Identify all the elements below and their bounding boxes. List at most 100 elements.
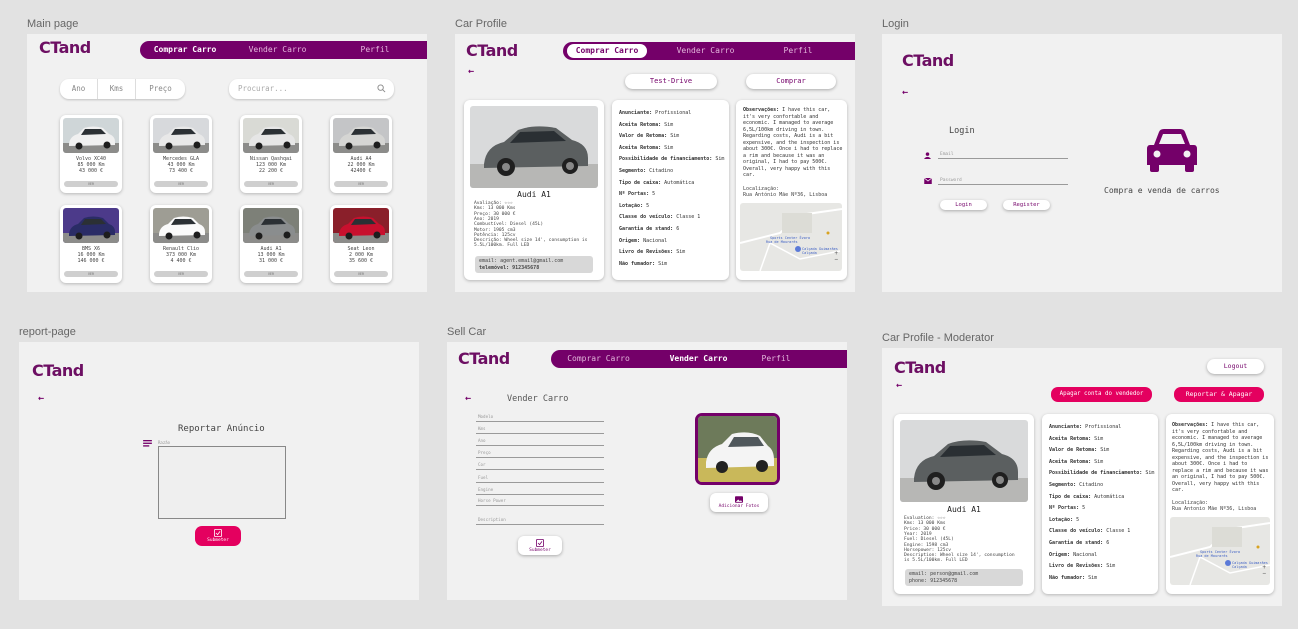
nav-profile[interactable]: Perfil — [763, 42, 833, 60]
form-field-engine[interactable]: Engine — [478, 487, 493, 492]
nav-buy-car[interactable]: Comprar Carro — [567, 44, 647, 58]
map-view[interactable]: Sports Center Évora Rua de Mourarés Calç… — [740, 203, 842, 271]
view-button[interactable]: VER — [244, 271, 298, 277]
frame-label-profile: Car Profile — [455, 18, 507, 30]
map-place-4[interactable]: Calçada — [802, 251, 817, 255]
contact-email[interactable]: email: person@gmail.com — [909, 571, 978, 577]
password-underline — [938, 184, 1068, 185]
car-thumbnail — [333, 208, 389, 243]
form-field-description[interactable]: Description — [478, 517, 506, 522]
form-field-ano[interactable]: Ano — [478, 438, 486, 443]
car-card[interactable]: Seat Leon 2 000 Km 35 600 € VER — [330, 205, 392, 283]
buy-button[interactable]: Comprar — [746, 74, 836, 89]
detail-key: Anunciante: — [1049, 424, 1083, 430]
check-icon — [214, 529, 222, 537]
email-field[interactable]: Email — [940, 152, 954, 157]
view-button[interactable]: VER — [334, 181, 388, 187]
view-label: VER — [357, 272, 365, 276]
nav-sell-car[interactable]: Vender Carro — [240, 41, 315, 59]
back-arrow-icon[interactable]: ← — [465, 394, 471, 404]
view-button[interactable]: VER — [154, 271, 208, 277]
detail-value: 5 — [1082, 505, 1086, 512]
form-field-fuel[interactable]: Fuel — [478, 475, 488, 480]
detail-value: Sim — [658, 260, 668, 267]
back-arrow-icon[interactable]: ← — [902, 88, 908, 98]
nav-buy-car[interactable]: Comprar Carro — [561, 350, 636, 368]
map-place-2[interactable]: Rua de Mourarés — [1196, 554, 1228, 558]
test-drive-button[interactable]: Test-Drive — [625, 74, 717, 89]
form-field-modelo[interactable]: Modelo — [478, 414, 493, 419]
form-field-horse-power[interactable]: Horse Power — [478, 498, 506, 503]
view-label: VER — [177, 182, 185, 186]
detail-row: Anunciante: Profissional — [619, 110, 691, 116]
logout-button[interactable]: Logout — [1207, 359, 1264, 374]
delete-seller-button[interactable]: Apagar conta do vendedor — [1051, 387, 1152, 402]
nav-profile[interactable]: Perfil — [340, 41, 410, 59]
image-icon — [735, 496, 743, 503]
map-view[interactable]: Sports Center Évora Rua de Mourarés Calç… — [1170, 517, 1270, 585]
brand-logo[interactable]: CTand — [902, 51, 954, 70]
back-arrow-icon[interactable]: ← — [896, 381, 902, 391]
detail-row: Não fumador: Sim — [1049, 575, 1097, 581]
filter-price[interactable]: Preço — [136, 79, 185, 99]
filter-year[interactable]: Ano — [60, 79, 98, 99]
detail-value: Automática — [1094, 493, 1125, 500]
detail-key: Livro de Revisões: — [619, 249, 674, 256]
nav-buy-car[interactable]: Comprar Carro — [150, 41, 220, 59]
contact-phone[interactable]: telemóvel: 912345678 — [479, 265, 539, 271]
car-card[interactable]: Audi A1 13 000 Km 31 000 € VER — [240, 205, 302, 283]
back-arrow-icon[interactable]: ← — [38, 394, 44, 404]
detail-key: Tipo de caixa: — [1049, 493, 1092, 500]
view-button[interactable]: VER — [244, 181, 298, 187]
car-card[interactable]: Audi A4 22 000 Km 42400 € VER — [330, 115, 392, 193]
car-card[interactable]: Renault Clio 373 000 Km 4 400 € VER — [150, 205, 212, 283]
map-place-4[interactable]: Calçada — [1232, 565, 1247, 569]
view-button[interactable]: VER — [154, 181, 208, 187]
brand-logo[interactable]: CTand — [466, 41, 518, 60]
form-field-preço[interactable]: Preço — [478, 450, 491, 455]
add-photos-button[interactable]: Adicionar Fotos — [710, 493, 768, 512]
car-card[interactable]: Nissan Qashqai 123 000 Km 22 200 € VER — [240, 115, 302, 193]
search-input[interactable]: Procurar... — [238, 79, 288, 99]
brand-logo[interactable]: CTand — [39, 38, 91, 57]
view-button[interactable]: VER — [64, 271, 118, 277]
observations-title: Observações: — [1172, 422, 1209, 428]
submit-label: Submeter — [529, 548, 551, 553]
brand-logo[interactable]: CTand — [894, 358, 946, 377]
contact-email[interactable]: email: agent.email@gmail.com — [479, 258, 563, 264]
form-field-cor[interactable]: Cor — [478, 462, 486, 467]
nav-profile[interactable]: Perfil — [751, 350, 801, 368]
password-field[interactable]: Password — [940, 178, 962, 183]
car-card[interactable]: Mercedes GLA 43 000 Km 73 400 € VER — [150, 115, 212, 193]
register-button[interactable]: Register — [1003, 200, 1050, 210]
detail-key: Segmento: — [619, 168, 647, 174]
detail-key: Não fumador: — [1049, 574, 1086, 581]
spec-line: Kms: 13 000 Kms — [474, 206, 516, 212]
contact-phone[interactable]: phone: 912345678 — [909, 578, 957, 584]
brand-logo[interactable]: CTand — [32, 361, 84, 380]
map-zoom-controls[interactable]: + − — [1262, 565, 1266, 577]
view-button[interactable]: VER — [64, 181, 118, 187]
nav-sell-car[interactable]: Vender Carro — [668, 42, 743, 60]
back-arrow-icon[interactable]: ← — [468, 67, 474, 77]
view-button[interactable]: VER — [334, 271, 388, 277]
car-card[interactable]: Volvo XC40 85 000 Km 43 000 € VER — [60, 115, 122, 193]
car-card[interactable]: BMS X6 16 000 Km 146 000 € VER — [60, 205, 122, 283]
sell-car-frame: CTand Comprar Carro Vender Carro Perfil … — [447, 342, 847, 600]
brand-logo[interactable]: CTand — [458, 349, 510, 368]
reason-textarea[interactable] — [158, 446, 286, 519]
report-delete-button[interactable]: Reportar & Apagar — [1174, 387, 1264, 402]
submit-button[interactable]: Submeter — [195, 526, 241, 546]
map-place-2[interactable]: Rua de Mourarés — [766, 240, 798, 244]
search-icon[interactable] — [377, 84, 386, 93]
filter-kms[interactable]: Kms — [98, 79, 136, 99]
map-zoom-controls[interactable]: + − — [834, 251, 838, 263]
car-price: 43 000 € — [78, 168, 104, 174]
nav-sell-car[interactable]: Vender Carro — [661, 350, 736, 368]
form-field-kms[interactable]: Kms — [478, 426, 486, 431]
detail-value: Citadino — [1079, 482, 1104, 488]
submit-button[interactable]: Submeter — [518, 536, 562, 555]
spec-line: Engine: 1598 cm3 — [904, 542, 949, 548]
spec-line: Price: 30 000 € — [904, 526, 946, 532]
login-button[interactable]: Login — [940, 200, 987, 210]
